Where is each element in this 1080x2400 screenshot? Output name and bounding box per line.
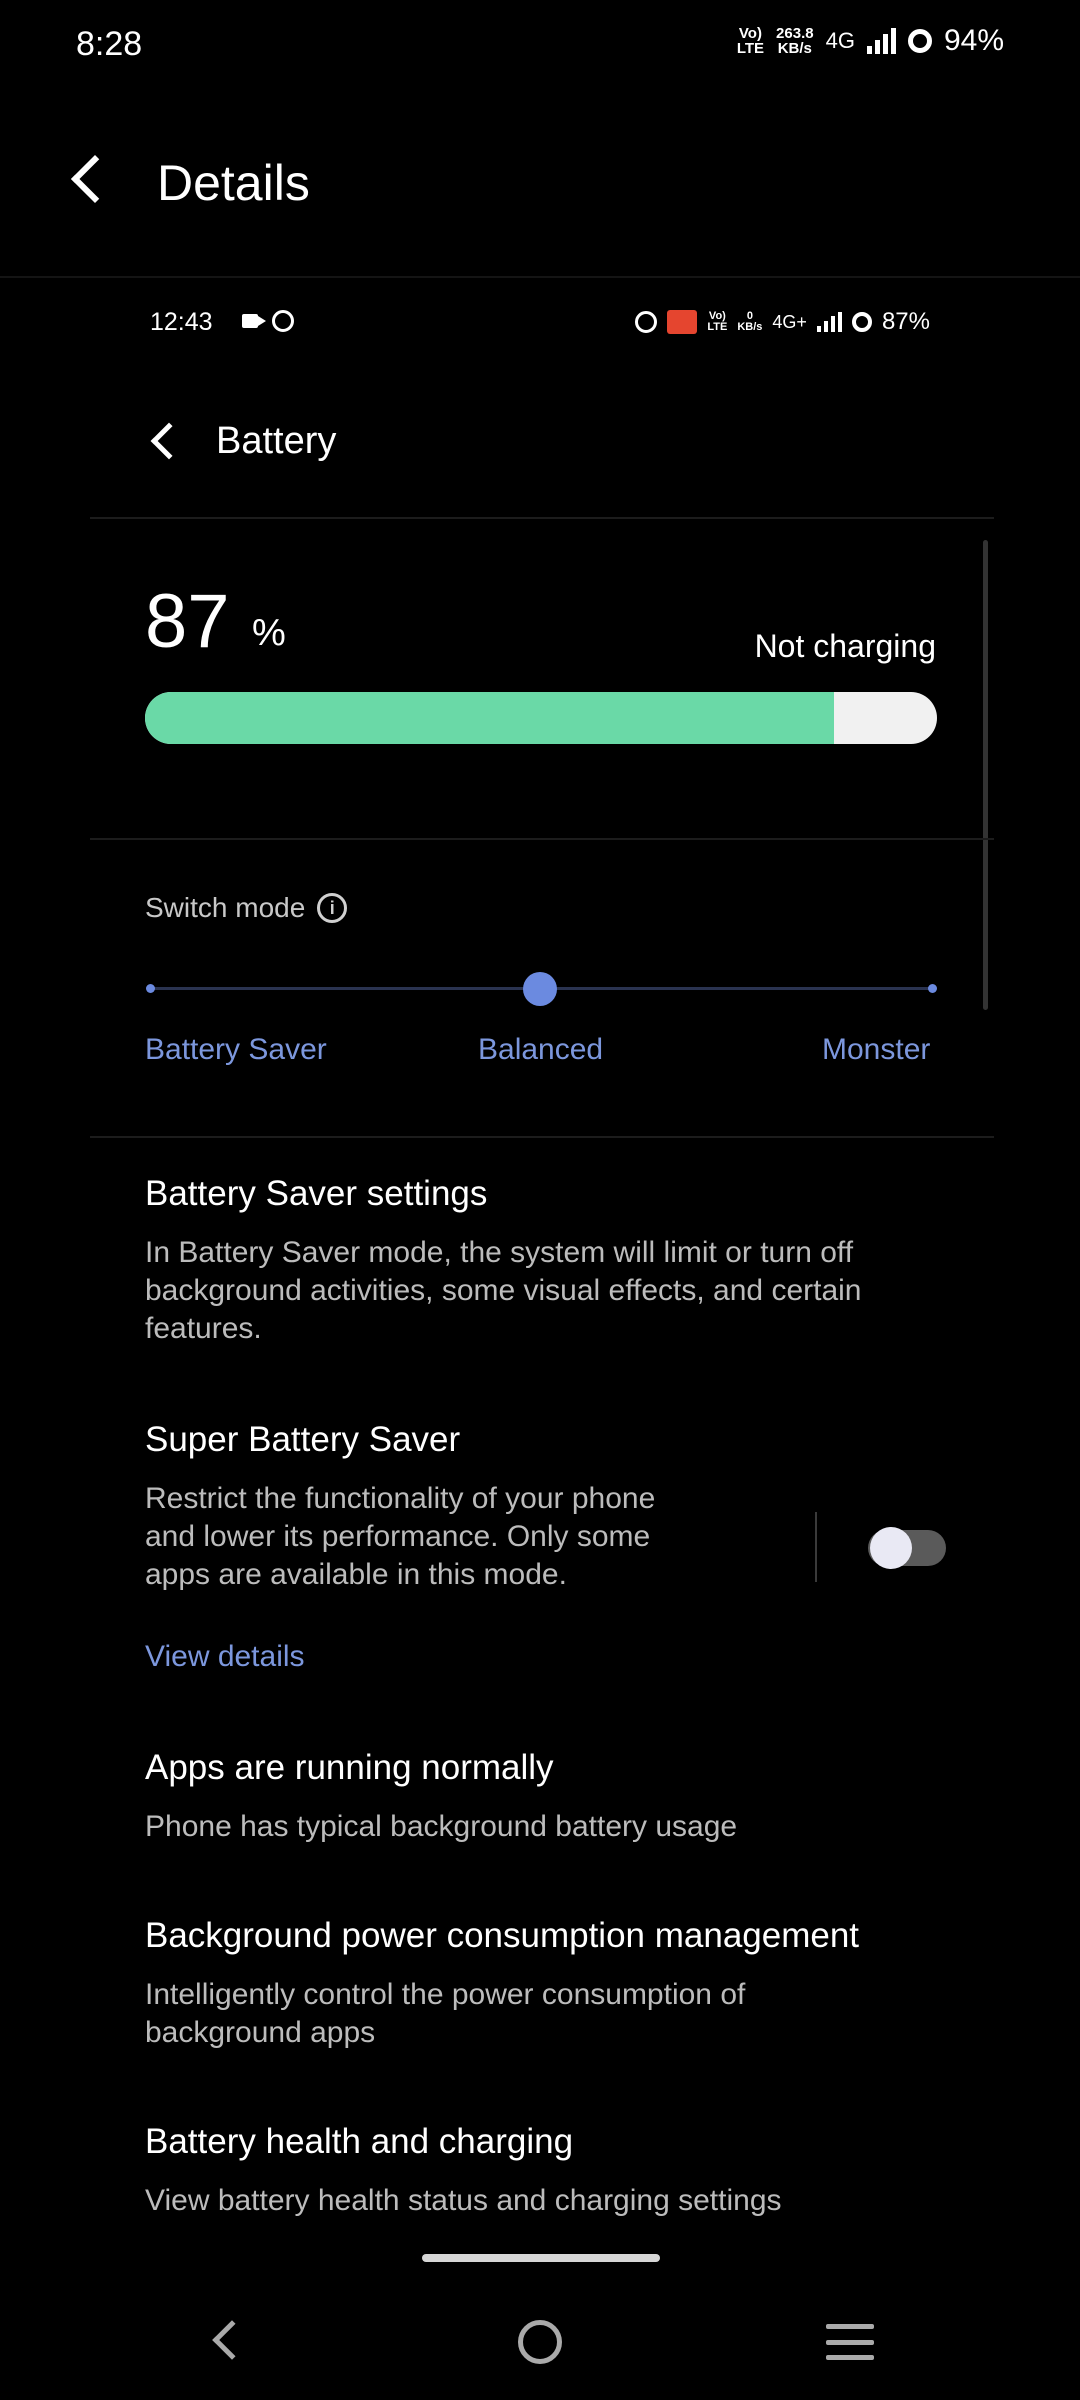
mode-option-battery-saver[interactable]: Battery Saver	[145, 1033, 327, 1067]
info-icon[interactable]: i	[317, 893, 348, 923]
slider-stop-battery-saver[interactable]	[146, 984, 155, 993]
status-icons: Vo) LTE 263.8 KB/s 4G 94%	[737, 24, 1004, 58]
divider	[90, 517, 994, 519]
volte-icon: Vo) LTE	[707, 310, 728, 333]
switch-mode-label: Switch mode i	[145, 892, 348, 924]
network-speed: 0 KB/s	[737, 310, 763, 333]
notification-icons	[242, 310, 294, 332]
page-title: Details	[157, 155, 310, 211]
video-camera-icon	[242, 314, 266, 328]
divider	[90, 838, 994, 840]
header-divider	[0, 276, 1080, 278]
mode-option-balanced[interactable]: Balanced	[478, 1033, 603, 1067]
network-speed: 263.8 KB/s	[776, 25, 814, 57]
battery-health-title[interactable]: Battery health and charging	[145, 2122, 573, 2162]
apps-running-title[interactable]: Apps are running normally	[145, 1748, 554, 1788]
super-battery-saver-description: Restrict the functionality of your phone…	[145, 1482, 656, 1591]
view-details-link[interactable]: View details	[145, 1640, 305, 1674]
status-time: 8:28	[76, 25, 143, 63]
super-battery-saver-title[interactable]: Super Battery Saver	[145, 1420, 460, 1460]
nav-back-icon[interactable]	[212, 2320, 252, 2360]
screenshot-status-icons: Vo) LTE 0 KB/s 4G+ 87%	[635, 308, 930, 336]
apps-running-description: Phone has typical background battery usa…	[145, 1810, 738, 1843]
app-header: Details	[0, 140, 1080, 230]
battery-ring-icon	[907, 29, 932, 53]
status-bar: 8:28 Vo) LTE 263.8 KB/s 4G 94%	[0, 0, 1080, 90]
background-power-title[interactable]: Background power consumption management	[145, 1916, 859, 1956]
battery-health-description: View battery health status and charging …	[145, 2184, 782, 2217]
signal-icon	[816, 312, 842, 332]
battery-level-fill	[145, 692, 835, 744]
battery-level-percent-sign: %	[252, 612, 286, 654]
network-type: 4G	[825, 28, 855, 53]
messenger-icon	[272, 310, 294, 332]
screenshot-status-bar: 12:43 Vo) LTE 0 KB/s 4G+ 87%	[150, 300, 930, 350]
battery-percent: 87%	[881, 308, 930, 335]
divider	[90, 1136, 994, 1138]
battery-header: Battery	[150, 410, 850, 480]
super-battery-saver-toggle[interactable]	[868, 1527, 946, 1569]
battery-ring-icon	[851, 312, 872, 332]
battery-level-number: 87	[145, 579, 230, 664]
charging-status: Not charging	[754, 628, 936, 664]
battery-percent: 94%	[943, 24, 1004, 57]
scrollbar[interactable]	[983, 540, 988, 1010]
toggle-knob	[870, 1527, 912, 1569]
battery-saver-settings-description: In Battery Saver mode, the system will l…	[145, 1236, 862, 1345]
back-arrow-icon[interactable]	[70, 154, 120, 204]
nav-home-icon[interactable]	[518, 2320, 562, 2364]
battery-saver-settings-title[interactable]: Battery Saver settings	[145, 1174, 487, 1214]
volte-icon: Vo) LTE	[736, 25, 765, 57]
alarm-icon	[635, 311, 658, 333]
slider-stop-monster[interactable]	[928, 984, 937, 993]
battery-level-bar	[145, 692, 937, 744]
toggle-separator	[815, 1512, 817, 1582]
back-arrow-icon[interactable]	[150, 422, 188, 460]
background-power-description: Intelligently control the power consumpt…	[145, 1978, 746, 2049]
mode-slider-knob[interactable]	[523, 972, 557, 1006]
mode-option-monster[interactable]: Monster	[822, 1033, 930, 1067]
signal-icon	[866, 28, 896, 54]
nav-recents-icon[interactable]	[826, 2324, 874, 2360]
home-indicator[interactable]	[422, 2254, 660, 2262]
battery-title: Battery	[216, 420, 337, 462]
network-type: 4G+	[772, 311, 807, 332]
navigation-bar	[0, 2300, 1080, 2400]
cast-icon	[667, 310, 698, 334]
screenshot-status-time: 12:43	[150, 308, 213, 336]
